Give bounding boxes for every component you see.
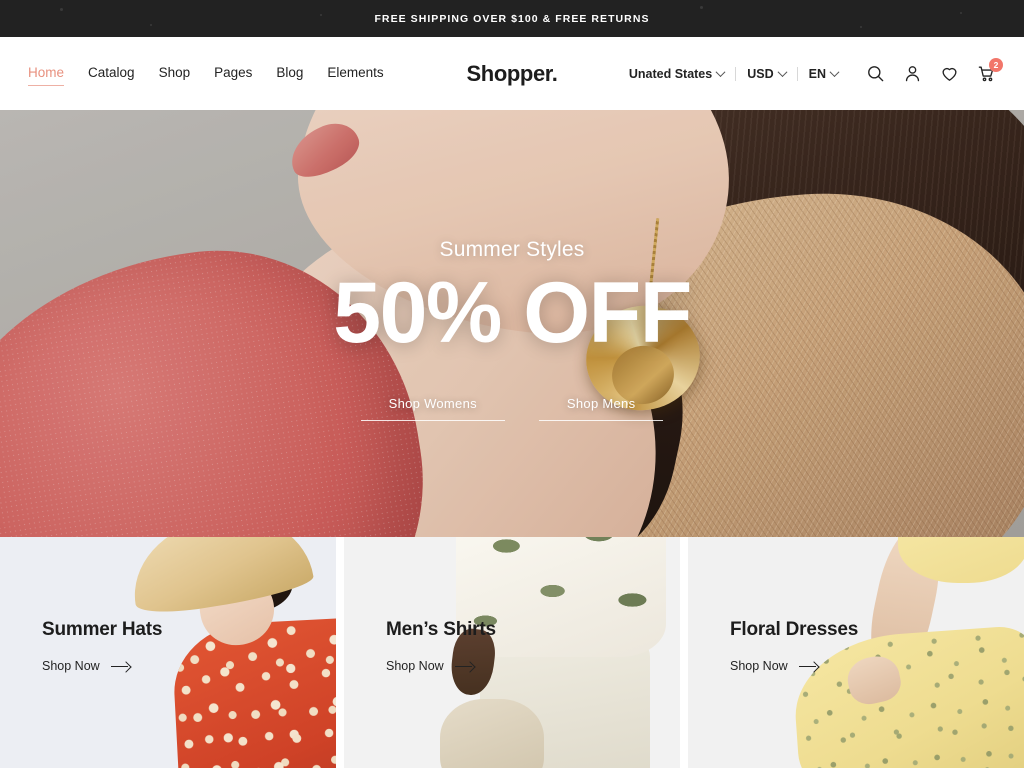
- cart-icon[interactable]: 2: [976, 57, 1003, 84]
- arrow-right-icon: [454, 661, 475, 671]
- announcement-bar: FREE SHIPPING OVER $100 & FREE RETURNS: [0, 0, 1024, 37]
- card-title: Summer Hats: [42, 619, 163, 640]
- card-title: Men’s Shirts: [386, 619, 496, 640]
- shop-mens-link[interactable]: Shop Mens: [538, 396, 664, 421]
- card-text-block: Men’s Shirts Shop Now: [386, 619, 496, 673]
- decorative-speck: [150, 24, 152, 26]
- category-card-summer-hats[interactable]: Summer Hats Shop Now: [0, 537, 336, 768]
- header-utilities: Unated States USD EN 2: [618, 57, 1003, 84]
- nav-item-pages[interactable]: Pages: [214, 65, 252, 83]
- card-title: Floral Dresses: [730, 619, 859, 640]
- category-card-mens-shirts[interactable]: Men’s Shirts Shop Now: [344, 537, 680, 768]
- shop-now-label: Shop Now: [386, 659, 444, 673]
- shop-now-label: Shop Now: [730, 659, 788, 673]
- hero-banner: Summer Styles 50% OFF Shop Womens Shop M…: [0, 110, 1024, 537]
- decorative-speck: [860, 26, 862, 28]
- decorative-speck: [960, 12, 962, 14]
- chevron-down-icon: [715, 67, 726, 78]
- cart-count-badge: 2: [989, 57, 1003, 72]
- card-text-block: Summer Hats Shop Now: [42, 619, 162, 673]
- card-text-block: Floral Dresses Shop Now: [730, 619, 858, 673]
- heart-icon[interactable]: [939, 64, 959, 84]
- hero-content: Summer Styles 50% OFF Shop Womens Shop M…: [0, 110, 1024, 537]
- shop-now-link[interactable]: Shop Now: [386, 659, 496, 673]
- arrow-right-icon: [110, 661, 131, 671]
- shop-now-link[interactable]: Shop Now: [42, 659, 162, 673]
- nav-item-shop[interactable]: Shop: [159, 65, 191, 83]
- header-icon-group: 2: [865, 57, 1003, 84]
- nav-item-blog[interactable]: Blog: [276, 65, 303, 83]
- currency-selector[interactable]: USD: [736, 67, 796, 81]
- category-card-floral-dresses[interactable]: Floral Dresses Shop Now: [688, 537, 1024, 768]
- currency-selector-value: USD: [747, 66, 774, 81]
- shop-now-label: Shop Now: [42, 659, 100, 673]
- decorative-speck: [60, 8, 63, 11]
- user-icon[interactable]: [902, 64, 922, 84]
- chevron-down-icon: [829, 67, 840, 78]
- card-canvas-bag: [440, 699, 544, 768]
- arrow-right-icon: [798, 661, 819, 671]
- country-selector[interactable]: Unated States: [618, 67, 735, 81]
- site-logo[interactable]: Shopper.: [467, 61, 558, 87]
- language-selector-value: EN: [808, 66, 826, 81]
- nav-item-home[interactable]: Home: [28, 65, 65, 86]
- shop-now-link[interactable]: Shop Now: [730, 659, 858, 673]
- announcement-text: FREE SHIPPING OVER $100 & FREE RETURNS: [374, 12, 650, 25]
- category-card-row: Summer Hats Shop Now Men’s Shirts Shop N…: [0, 537, 1024, 768]
- hero-headline: 50% OFF: [333, 265, 692, 361]
- nav-item-catalog[interactable]: Catalog: [88, 65, 135, 83]
- decorative-speck: [700, 6, 703, 9]
- main-navigation: Home Catalog Shop Pages Blog Elements: [28, 65, 384, 86]
- language-selector[interactable]: EN: [798, 67, 849, 81]
- search-icon[interactable]: [865, 64, 885, 84]
- shop-womens-link[interactable]: Shop Womens: [360, 396, 505, 421]
- chevron-down-icon: [777, 67, 788, 78]
- site-header: Home Catalog Shop Pages Blog Elements Sh…: [0, 37, 1024, 110]
- nav-item-elements[interactable]: Elements: [327, 65, 383, 83]
- hero-cta-group: Shop Womens Shop Mens: [360, 396, 664, 421]
- decorative-speck: [320, 14, 322, 16]
- country-selector-value: Unated States: [628, 66, 713, 81]
- hero-kicker: Summer Styles: [439, 238, 585, 261]
